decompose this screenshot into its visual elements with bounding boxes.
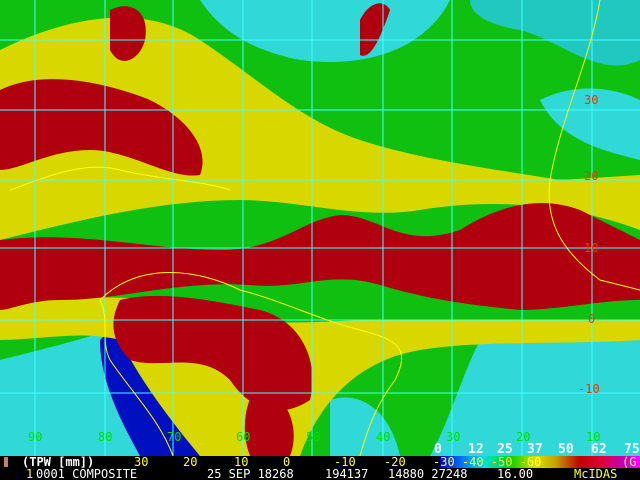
mcidas-brand: McIDAS bbox=[574, 467, 618, 480]
color-swatch bbox=[4, 457, 8, 467]
lon-label: 40 bbox=[376, 430, 391, 444]
colorbar-tick: 62 bbox=[591, 442, 607, 457]
status-bar: 1 0001 COMPOSITE 25 SEP 18268 194137 148… bbox=[0, 468, 640, 480]
lat-label: 0 bbox=[588, 312, 596, 326]
colorbar-tick: 50 bbox=[558, 442, 574, 457]
image-title: 0001 COMPOSITE bbox=[36, 467, 138, 480]
lat-label: 20 bbox=[584, 169, 599, 183]
lat-label: -10 bbox=[578, 382, 600, 396]
bottom-lon-label: 20 bbox=[183, 455, 198, 469]
bottom-right-label: (G bbox=[622, 455, 637, 469]
lon-label: 70 bbox=[167, 430, 182, 444]
lon-label: 30 bbox=[446, 430, 461, 444]
line-element: 14880 27248 bbox=[388, 467, 468, 480]
lon-label: 60 bbox=[236, 430, 251, 444]
frame-number: 1 bbox=[26, 467, 34, 480]
lon-label: 80 bbox=[98, 430, 113, 444]
lat-label: 10 bbox=[584, 241, 599, 255]
tpw-field bbox=[0, 0, 640, 480]
image-date: 25 SEP 18268 bbox=[207, 467, 294, 480]
image-time: 194137 bbox=[325, 467, 369, 480]
lat-label: 30 bbox=[584, 93, 599, 107]
lon-label: 50 bbox=[306, 430, 321, 444]
lon-label: 90 bbox=[28, 430, 43, 444]
resolution: 16.00 bbox=[497, 467, 534, 480]
tpw-satellite-map: 90 80 70 60 50 40 30 20 10 30 20 10 0 -1… bbox=[0, 0, 640, 480]
